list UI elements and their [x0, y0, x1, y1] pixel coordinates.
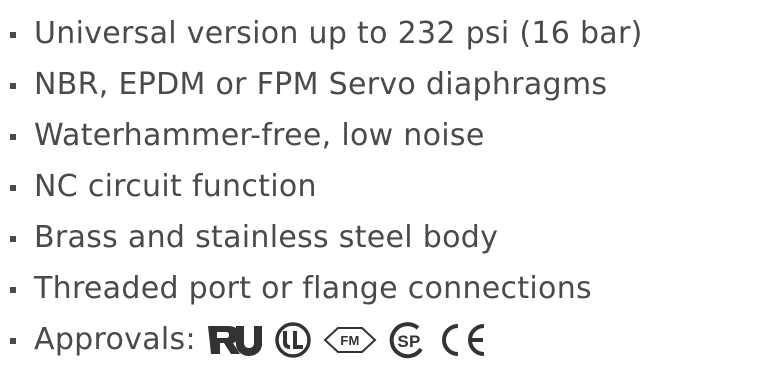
bullet-icon [10, 133, 16, 140]
feature-item: Waterhammer-free, low noise [8, 110, 643, 161]
approval-marks: FM SP [206, 314, 488, 365]
ul-listed-mark-icon [274, 321, 312, 359]
bullet-icon [10, 337, 16, 344]
bullet-icon [10, 286, 16, 293]
feature-item: Brass and stainless steel body [8, 212, 643, 263]
ce-mark-icon [438, 322, 488, 358]
feature-item: NBR, EPDM or FPM Servo diaphragms [8, 59, 643, 110]
bullet-icon [10, 184, 16, 191]
svg-text:SP: SP [397, 332, 420, 351]
feature-text: NBR, EPDM or FPM Servo diaphragms [34, 67, 608, 102]
bullet-icon [10, 82, 16, 89]
ur-recognized-mark-icon [206, 322, 264, 358]
feature-text: Brass and stainless steel body [34, 220, 499, 255]
fm-approved-mark-icon: FM [322, 325, 378, 355]
approvals-row: Approvals: FM SP [8, 314, 643, 365]
csa-mark-icon: SP [388, 321, 428, 359]
feature-item: NC circuit function [8, 161, 643, 212]
feature-text: Universal version up to 232 psi (16 bar) [34, 16, 643, 51]
approvals-label: Approvals: [34, 322, 196, 357]
bullet-icon [10, 235, 16, 242]
feature-list: Universal version up to 232 psi (16 bar)… [8, 0, 643, 365]
feature-text: NC circuit function [34, 169, 317, 204]
feature-text: Waterhammer-free, low noise [34, 118, 485, 153]
svg-text:FM: FM [340, 333, 359, 348]
feature-text: Threaded port or flange connections [34, 271, 592, 306]
bullet-icon [10, 31, 16, 38]
feature-item: Threaded port or flange connections [8, 263, 643, 314]
feature-item: Universal version up to 232 psi (16 bar) [8, 8, 643, 59]
